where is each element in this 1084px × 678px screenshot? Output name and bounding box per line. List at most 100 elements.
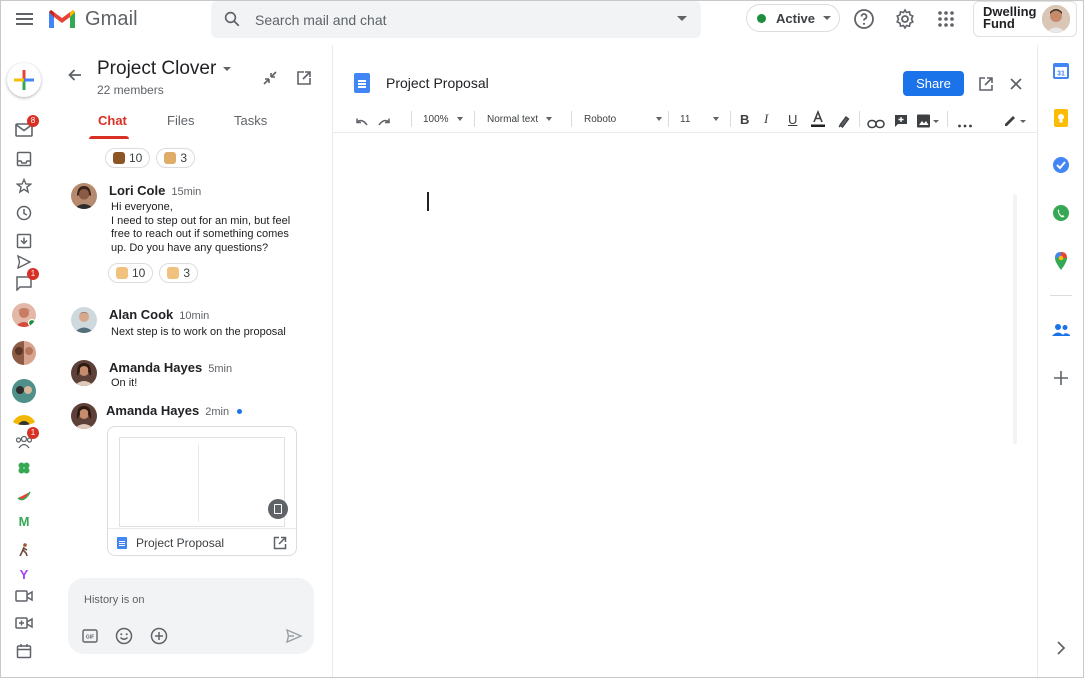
status-selector[interactable]: Active <box>746 4 840 32</box>
add-comment-icon[interactable] <box>893 111 909 131</box>
mail-nav[interactable]: 8 <box>13 115 39 141</box>
inbox-nav[interactable] <box>13 148 35 170</box>
tab-tasks[interactable]: Tasks <box>234 113 267 128</box>
insert-image-icon[interactable] <box>916 111 940 131</box>
preview-toggle-icon[interactable] <box>268 499 288 519</box>
message-composer[interactable]: History is on GIF <box>68 578 314 654</box>
chat-nav[interactable]: 1 <box>13 268 39 294</box>
add-circle-icon[interactable] <box>149 626 169 646</box>
keep-app-icon[interactable] <box>1050 107 1072 129</box>
space-slice[interactable] <box>13 485 35 507</box>
avatar[interactable] <box>71 360 97 386</box>
settings-gear-icon[interactable] <box>893 7 917 31</box>
share-button[interactable]: Share <box>903 71 964 96</box>
redo-icon[interactable] <box>377 113 393 133</box>
search-options-icon[interactable] <box>677 16 687 21</box>
dm-avatar-2[interactable] <box>12 341 36 365</box>
meet-new-nav[interactable] <box>13 585 35 607</box>
room-menu-chevron-icon[interactable] <box>223 67 231 71</box>
highlighter-icon[interactable] <box>837 111 851 131</box>
reaction-chip[interactable]: 3 <box>156 148 196 168</box>
space-m-icon[interactable]: M <box>15 514 33 529</box>
tasks-app-icon[interactable] <box>1050 154 1072 176</box>
voice-phone-icon[interactable] <box>1050 202 1072 224</box>
account-switcher[interactable]: Dwelling Fund <box>973 1 1077 37</box>
message-text: On it! <box>111 377 137 391</box>
paragraph-style-select[interactable]: Normal text <box>487 109 553 129</box>
search-input[interactable]: Search mail and chat <box>255 12 387 28</box>
file-attachment-card[interactable]: Project Proposal <box>107 426 297 556</box>
dm-avatar-3[interactable] <box>12 379 36 403</box>
bold-icon[interactable]: B <box>740 109 749 129</box>
member-count[interactable]: 22 members <box>97 83 164 97</box>
undo-icon[interactable] <box>353 113 369 133</box>
search-icon[interactable] <box>223 10 241 28</box>
emoji-icon[interactable] <box>114 626 134 646</box>
more-options-icon[interactable] <box>957 116 973 136</box>
side-panel-divider <box>1050 295 1072 296</box>
sent-nav[interactable] <box>13 255 35 269</box>
maps-pin-icon[interactable] <box>1050 250 1072 272</box>
font-family-select[interactable]: Roboto <box>584 109 663 129</box>
open-in-new-window-icon[interactable] <box>295 69 313 87</box>
meet-join-nav[interactable] <box>13 612 35 634</box>
gif-icon[interactable]: GIF <box>80 626 100 646</box>
send-icon[interactable] <box>284 626 304 646</box>
editing-mode-pencil-icon[interactable] <box>1003 111 1029 131</box>
avatar[interactable] <box>71 183 97 209</box>
open-in-new-icon[interactable] <box>272 535 288 551</box>
calendar-app-icon[interactable]: 31 <box>1050 60 1072 82</box>
file-preview-thumbnail[interactable] <box>119 437 285 527</box>
close-icon[interactable] <box>1007 75 1025 93</box>
space-hike[interactable] <box>13 539 35 561</box>
doc-toolbar: 100% Normal text Roboto 11 B I U <box>333 105 1037 133</box>
spaces-nav[interactable]: 1 <box>13 427 39 453</box>
arrow-back-icon[interactable] <box>67 67 83 83</box>
reaction-count: 3 <box>183 266 191 280</box>
help-icon[interactable] <box>852 7 876 31</box>
scrollbar[interactable] <box>1013 194 1017 444</box>
reaction-chip[interactable]: 10 <box>105 148 151 168</box>
sender-name: Amanda Hayes 2min <box>106 403 243 418</box>
font-size-select[interactable]: 11 <box>680 109 720 129</box>
underline-icon[interactable]: U <box>788 109 797 129</box>
open-in-new-icon[interactable] <box>977 75 995 93</box>
add-addon-plus-icon[interactable] <box>1050 367 1072 389</box>
message-input[interactable]: History is on <box>84 594 145 606</box>
message-time: 10min <box>179 310 210 322</box>
calendar-nav[interactable] <box>13 640 35 662</box>
tab-files[interactable]: Files <box>167 113 194 128</box>
compose-button[interactable] <box>7 63 41 97</box>
tab-chat[interactable]: Chat <box>98 113 127 128</box>
avatar[interactable] <box>71 307 97 333</box>
room-title[interactable]: Project Clover <box>97 58 216 80</box>
snoozed-nav[interactable] <box>13 202 35 224</box>
zoom-select[interactable]: 100% <box>423 109 463 129</box>
space-clover[interactable] <box>13 457 35 479</box>
message-line: I need to step out for an min, but feel <box>111 214 291 227</box>
file-name[interactable]: Project Proposal <box>136 536 224 550</box>
text-color-icon[interactable] <box>810 109 826 129</box>
contacts-icon[interactable] <box>1050 319 1072 341</box>
link-icon[interactable] <box>867 114 885 134</box>
chevron-right-icon[interactable] <box>1050 637 1072 659</box>
calendar-icon <box>16 644 32 659</box>
main-menu-icon[interactable] <box>13 7 37 31</box>
clover-icon <box>18 462 30 474</box>
starred-nav[interactable] <box>13 175 35 197</box>
dm-avatar-1[interactable] <box>12 303 36 327</box>
reaction-chip[interactable]: 3 <box>159 263 199 283</box>
avatar[interactable] <box>71 403 97 429</box>
italic-icon[interactable]: I <box>764 109 768 129</box>
space-y-icon[interactable]: Y <box>15 567 33 579</box>
apps-grid-icon[interactable] <box>934 7 958 31</box>
dm-avatar-4[interactable] <box>12 415 36 425</box>
user-avatar[interactable] <box>1042 5 1070 33</box>
doc-title[interactable]: Project Proposal <box>386 75 489 91</box>
gmail-logo[interactable]: Gmail <box>47 6 138 32</box>
reaction-chip[interactable]: 10 <box>108 263 154 283</box>
search-bar[interactable]: Search mail and chat <box>211 1 701 38</box>
collapse-icon[interactable] <box>261 69 279 87</box>
document-body[interactable] <box>333 134 1037 677</box>
important-nav[interactable] <box>13 230 35 252</box>
